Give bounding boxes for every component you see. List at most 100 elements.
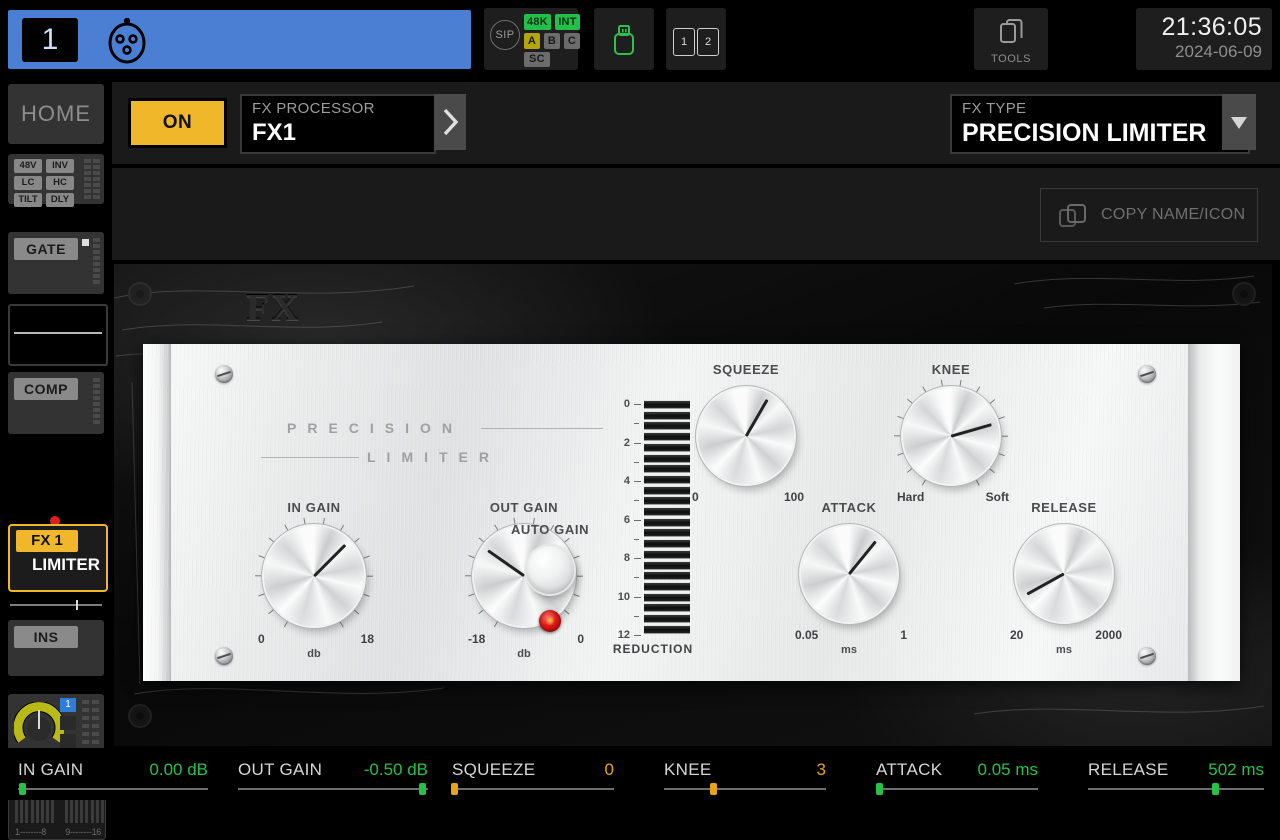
param-track-out-gain[interactable]	[238, 788, 428, 790]
knob-knee[interactable]	[903, 388, 999, 484]
param-track-knee[interactable]	[664, 788, 826, 790]
tools-label: TOOLS	[974, 53, 1048, 65]
param-slot-in-gain[interactable]: IN GAIN0.00 dB	[18, 748, 208, 800]
card-slot-2[interactable]: 2	[697, 28, 719, 56]
reduction-tick-dash	[634, 520, 641, 521]
knob-pointer-release	[1027, 573, 1065, 596]
brand-precision: PRECISION	[287, 420, 463, 436]
param-thumb-knee[interactable]	[710, 783, 717, 795]
pan-bus-2[interactable]	[60, 716, 76, 730]
param-thumb-squeeze[interactable]	[451, 783, 458, 795]
param-name-knee: KNEE	[664, 760, 712, 780]
knob-min-in-gain: 0	[258, 632, 265, 646]
copy-icon	[1000, 19, 1024, 52]
gain-reduction-meter: 024681012 REDUCTION	[598, 400, 708, 660]
card-slot-block[interactable]: 1 2	[666, 8, 726, 70]
knob-in-gain[interactable]	[264, 526, 364, 626]
sidebar-item-insert[interactable]: INS	[8, 620, 104, 676]
card-slot-1[interactable]: 1	[673, 28, 695, 56]
reduction-tick-dash	[634, 597, 641, 598]
reduction-segment	[644, 625, 690, 634]
reduction-tick-dash-minor	[634, 616, 639, 617]
fx-type-dropdown-button[interactable]	[1222, 94, 1256, 150]
sidebar-item-home[interactable]: HOME	[8, 84, 104, 144]
stage-screw-tl	[129, 283, 151, 305]
knob-max-attack: 1	[900, 628, 907, 642]
param-thumb-out-gain[interactable]	[419, 783, 426, 795]
param-thumb-in-gain[interactable]	[19, 783, 26, 795]
sidebar-item-gate[interactable]: GATE	[8, 232, 104, 294]
knob-pointer-knee	[951, 423, 992, 437]
param-track-release[interactable]	[1088, 788, 1264, 790]
param-slot-release[interactable]: RELEASE502 ms	[1088, 748, 1264, 800]
channel-name-strip[interactable]: 1	[8, 10, 471, 69]
pan-bus-3[interactable]	[60, 734, 76, 748]
layer-a-badge[interactable]: A	[524, 33, 540, 49]
sidebar-item-preamp[interactable]: 48V INV LC HC TILT DLY	[8, 154, 104, 204]
tag-hc[interactable]: HC	[46, 176, 74, 190]
param-thumb-release[interactable]	[1212, 783, 1219, 795]
tag-48v[interactable]: 48V	[14, 159, 42, 173]
param-name-attack: ATTACK	[876, 760, 942, 780]
fx-type-selector[interactable]: FX TYPE PRECISION LIMITER	[950, 94, 1250, 154]
bus-scale-left: 1--------8	[15, 827, 46, 837]
param-track-in-gain[interactable]	[18, 788, 208, 790]
fx-slot-label: FX 1	[16, 530, 78, 552]
knob-pointer-attack	[848, 541, 876, 575]
param-value-knee: 3	[817, 760, 826, 780]
bus-scale-right: 9--------16	[65, 827, 101, 837]
copy-name-icon-button[interactable]: COPY NAME/ICON	[1040, 188, 1258, 242]
copy-name-icon-label: COPY NAME/ICON	[1101, 206, 1245, 224]
knob-attack[interactable]	[801, 526, 897, 622]
knob-squeeze[interactable]	[698, 388, 794, 484]
fx-processor-label: FX PROCESSOR	[252, 100, 375, 117]
param-value-attack: 0.05 ms	[978, 760, 1038, 780]
tag-tilt[interactable]: TILT	[14, 193, 42, 207]
samplerate-badge: 48K	[524, 14, 551, 30]
pan-bus-select[interactable]: 1	[60, 698, 76, 712]
sidebar-item-comp[interactable]: COMP	[8, 372, 104, 434]
reduction-segment	[644, 571, 690, 580]
knob-release[interactable]	[1016, 526, 1112, 622]
ins-label: INS	[14, 626, 78, 648]
param-track-attack[interactable]	[876, 788, 1038, 790]
param-slot-attack[interactable]: ATTACK 0.05 ms	[876, 748, 1038, 800]
sidechain-badge[interactable]: SC	[524, 52, 550, 67]
fx-subheader-bar: COPY NAME/ICON	[112, 168, 1280, 260]
layer-c-badge[interactable]: C	[564, 33, 580, 49]
clock-block[interactable]: 21:36:05 2024-06-09	[1136, 8, 1272, 70]
sidebar-item-eq[interactable]	[8, 304, 108, 366]
usb-drive-icon	[613, 24, 635, 61]
fx-processor-selector[interactable]: FX PROCESSOR FX1	[240, 94, 436, 154]
channel-fader[interactable]	[10, 600, 102, 610]
layer-b-badge[interactable]: B	[544, 33, 560, 49]
fx-on-button[interactable]: ON	[128, 98, 227, 148]
tools-button[interactable]: TOOLS	[974, 8, 1048, 70]
knob-unit-release: ms	[1056, 644, 1072, 656]
reduction-segment	[644, 411, 690, 420]
tag-inv[interactable]: INV	[46, 159, 74, 173]
knob-pointer-in-gain	[313, 544, 346, 577]
reduction-tick-dash	[634, 558, 641, 559]
knob-label-release: RELEASE	[1031, 500, 1097, 515]
param-thumb-attack[interactable]	[876, 783, 883, 795]
knob-label-squeeze: SQUEEZE	[713, 362, 779, 377]
param-track-squeeze[interactable]	[452, 788, 614, 790]
sip-indicator: SIP	[490, 20, 520, 50]
knob-min-attack: 0.05	[795, 628, 818, 642]
param-slot-squeeze[interactable]: SQUEEZE0	[452, 748, 614, 800]
fx-processor-next-button[interactable]	[434, 94, 466, 150]
gate-status-dot	[82, 239, 89, 246]
knob-group-attack: ATTACK0.051ms	[797, 522, 901, 672]
home-label: HOME	[8, 84, 104, 144]
status-indicator-block[interactable]: SIP 48K INT A B C SC	[484, 8, 578, 70]
sidebar-item-fx1[interactable]: FX 1 LIMITER	[8, 524, 108, 592]
usb-status-block[interactable]	[594, 8, 654, 70]
tag-dly[interactable]: DLY	[46, 193, 74, 207]
auto-gain-button[interactable]	[526, 546, 574, 594]
tag-lc[interactable]: LC	[14, 176, 42, 190]
stage-screw-bl	[129, 705, 151, 727]
param-slot-out-gain[interactable]: OUT GAIN-0.50 dB	[238, 748, 428, 800]
panel-screw-tr	[1138, 365, 1156, 383]
param-slot-knee[interactable]: KNEE 3	[664, 748, 826, 800]
